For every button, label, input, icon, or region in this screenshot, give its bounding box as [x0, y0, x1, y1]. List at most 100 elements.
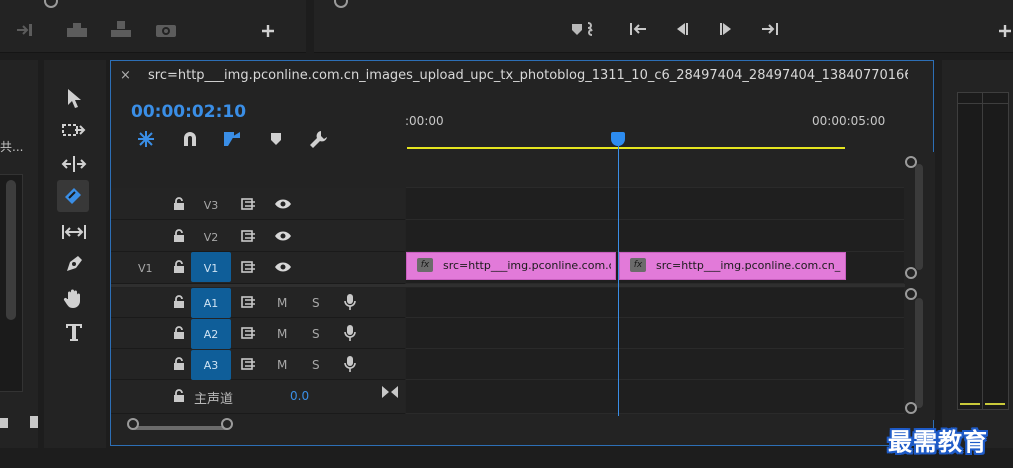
zoom-left-handle[interactable]: [127, 418, 139, 430]
eye-icon[interactable]: [273, 228, 293, 244]
playhead-handle[interactable]: [611, 132, 625, 146]
video-scroll-bottom-handle[interactable]: [905, 267, 917, 279]
insert-icon[interactable]: [14, 20, 36, 40]
track-header-v3: [111, 188, 405, 220]
track-name-a1: A1: [203, 297, 219, 310]
clip-name: src=http___img.pconline.com.cn_ima: [656, 259, 841, 272]
audio-scrollbar-track[interactable]: [915, 298, 923, 408]
step-back-icon[interactable]: [670, 18, 694, 40]
track-name-a2: A2: [203, 328, 219, 341]
sync-lock-icon[interactable]: [240, 196, 258, 212]
track-lane-master[interactable]: [406, 380, 904, 414]
solo-button-a1[interactable]: S: [312, 296, 320, 310]
source-monitor-toolbar: [0, 0, 306, 53]
type-tool-icon[interactable]: [59, 318, 89, 346]
ruler-end-label: 00:00:05:00: [812, 114, 886, 128]
sync-lock-icon[interactable]: [240, 356, 258, 372]
audio-scroll-bottom-handle[interactable]: [905, 402, 917, 414]
track-name-v3[interactable]: V3: [191, 199, 231, 212]
track-select-tool-icon[interactable]: [59, 116, 89, 144]
nest-icon[interactable]: [134, 128, 158, 150]
mute-button-a1[interactable]: M: [277, 296, 287, 310]
track-header-a2: [111, 318, 405, 349]
step-forward-icon[interactable]: [714, 18, 738, 40]
microphone-icon[interactable]: [340, 292, 360, 312]
track-name-v1: V1: [203, 262, 219, 275]
lock-icon[interactable]: [171, 388, 187, 404]
lock-icon[interactable]: [171, 196, 187, 212]
track-lane-spacer: [406, 152, 904, 188]
source-scrub-knob[interactable]: [44, 0, 58, 8]
mute-button-a2[interactable]: M: [277, 327, 287, 341]
project-panel-label: 共...: [0, 140, 24, 154]
go-to-out-icon[interactable]: [758, 18, 782, 40]
marker-link-icon[interactable]: [568, 18, 602, 40]
video-clip[interactable]: fx src=http___img.pconline.com.cn_ima: [619, 252, 846, 280]
go-to-next-edit-icon[interactable]: [380, 384, 400, 400]
microphone-icon[interactable]: [340, 323, 360, 343]
go-to-in-icon[interactable]: [626, 18, 650, 40]
track-lane-v2[interactable]: [406, 220, 904, 252]
program-scrub-knob[interactable]: [334, 0, 348, 8]
close-tab-button[interactable]: ×: [120, 68, 134, 83]
zoom-right-handle[interactable]: [221, 418, 233, 430]
master-track-label: 主声道: [194, 392, 234, 407]
track-lane-a3[interactable]: [406, 349, 904, 380]
linked-selection-icon[interactable]: [220, 128, 244, 150]
microphone-icon[interactable]: [340, 354, 360, 374]
meter-divider: [982, 93, 983, 409]
ripple-edit-tool-icon[interactable]: [59, 150, 89, 178]
lock-icon[interactable]: [171, 294, 187, 310]
ruler-start-label: :00:00: [405, 114, 444, 128]
video-scrollbar-track[interactable]: [915, 164, 923, 270]
video-audio-divider[interactable]: [111, 284, 905, 287]
list-view-icon[interactable]: [0, 418, 8, 428]
hand-tool-icon[interactable]: [59, 284, 89, 312]
track-name-a3: A3: [203, 359, 219, 372]
track-name-v2[interactable]: V2: [191, 231, 231, 244]
lock-icon[interactable]: [171, 356, 187, 372]
snap-icon[interactable]: [178, 128, 202, 150]
sync-lock-icon[interactable]: [240, 294, 258, 310]
slip-tool-icon[interactable]: [59, 218, 89, 246]
track-lane-a1[interactable]: [406, 288, 904, 318]
lock-icon[interactable]: [171, 228, 187, 244]
meter-left-level: [960, 403, 980, 405]
sync-lock-icon[interactable]: [240, 325, 258, 341]
solo-button-a2[interactable]: S: [312, 327, 320, 341]
master-volume-value[interactable]: 0.0: [290, 389, 309, 403]
add-marker-icon[interactable]: [264, 128, 288, 150]
razor-tool-icon[interactable]: [57, 180, 89, 212]
eye-icon[interactable]: [273, 196, 293, 212]
zoom-scrollbar[interactable]: [133, 426, 229, 430]
project-scrollbar[interactable]: [6, 180, 16, 320]
camera-icon[interactable]: [154, 20, 178, 40]
add-icon[interactable]: [996, 20, 1013, 42]
clip-name: src=http___img.pconline.com.cn_i: [443, 259, 611, 272]
extract-icon[interactable]: [108, 18, 134, 40]
source-patch-v1[interactable]: V1: [138, 262, 153, 275]
sequence-tab-title[interactable]: src=http___img.pconline.com.cn_images_up…: [148, 68, 908, 83]
project-panel: 共...: [0, 60, 38, 448]
playhead-timecode[interactable]: 00:00:02:10: [131, 102, 246, 122]
solo-button-a3[interactable]: S: [312, 358, 320, 372]
wrench-icon[interactable]: [305, 128, 331, 150]
eye-icon[interactable]: [273, 259, 293, 275]
work-area-bar[interactable]: [407, 147, 845, 149]
playhead-line[interactable]: [618, 146, 619, 416]
video-clip[interactable]: fx src=http___img.pconline.com.cn_i: [406, 252, 616, 280]
lock-icon[interactable]: [171, 259, 187, 275]
mute-button-a3[interactable]: M: [277, 358, 287, 372]
lift-icon[interactable]: [64, 20, 90, 40]
pen-tool-icon[interactable]: [59, 250, 89, 278]
icon-view-icon[interactable]: [30, 416, 38, 428]
video-scroll-top-handle[interactable]: [905, 156, 917, 168]
add-icon[interactable]: [256, 20, 280, 42]
track-lane-a2[interactable]: [406, 318, 904, 349]
selection-tool-icon[interactable]: [59, 84, 89, 112]
track-lane-v3[interactable]: [406, 188, 904, 220]
audio-scroll-top-handle[interactable]: [905, 288, 917, 300]
lock-icon[interactable]: [171, 325, 187, 341]
sync-lock-icon[interactable]: [240, 259, 258, 275]
sync-lock-icon[interactable]: [240, 228, 258, 244]
